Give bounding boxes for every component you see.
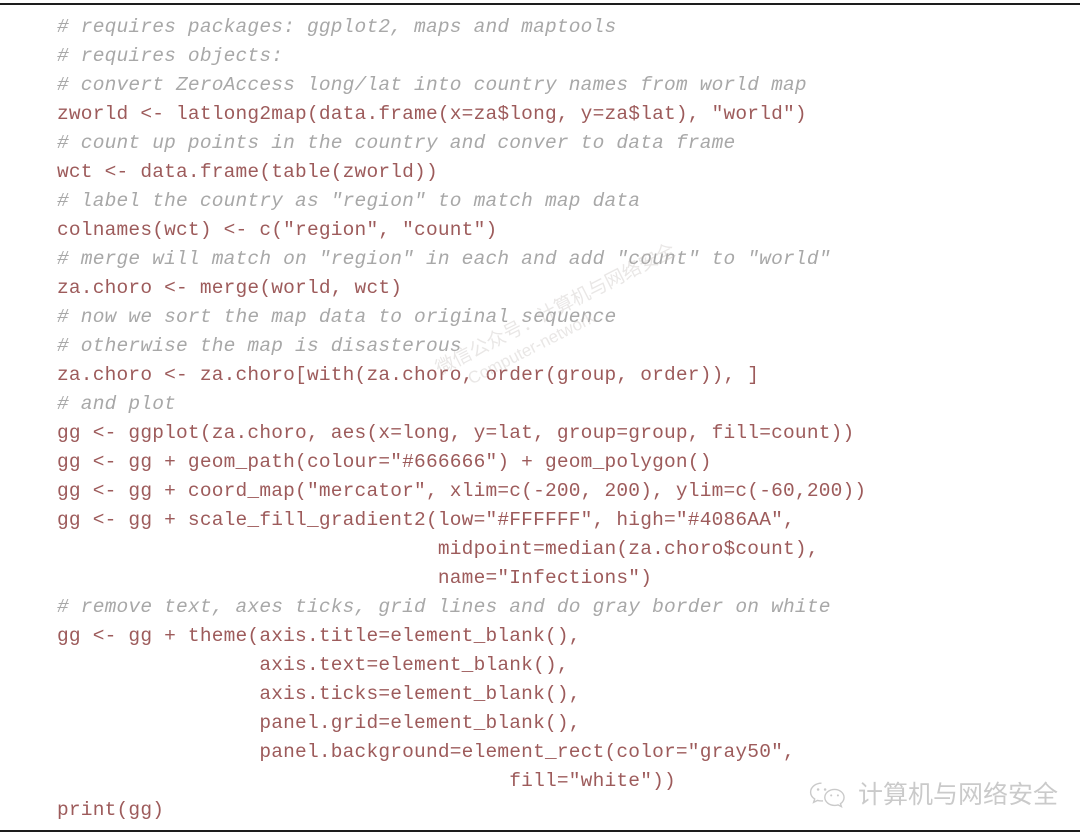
code-line: axis.ticks=element_blank(),: [57, 683, 581, 705]
code-line: print(gg): [57, 799, 165, 821]
code-listing: # requires packages: ggplot2, maps and m…: [0, 13, 1080, 825]
code-line: gg <- gg + theme(axis.title=element_blan…: [57, 625, 581, 647]
bottom-divider-rule: [0, 830, 1080, 832]
code-line: gg <- ggplot(za.choro, aes(x=long, y=lat…: [57, 422, 855, 444]
code-line: # requires packages: ggplot2, maps and m…: [57, 16, 617, 38]
code-line: fill="white")): [57, 770, 676, 792]
code-line: za.choro <- merge(world, wct): [57, 277, 403, 299]
code-line: za.choro <- za.choro[with(za.choro, orde…: [57, 364, 760, 386]
code-line: wct <- data.frame(table(zworld)): [57, 161, 438, 183]
code-line: gg <- gg + geom_path(colour="#666666") +…: [57, 451, 712, 473]
code-line: midpoint=median(za.choro$count),: [57, 538, 819, 560]
code-line: panel.background=element_rect(color="gra…: [57, 741, 795, 763]
code-listing-page: # requires packages: ggplot2, maps and m…: [0, 0, 1080, 840]
code-line: # count up points in the country and con…: [57, 132, 736, 154]
code-line: panel.grid=element_blank(),: [57, 712, 581, 734]
code-line: # remove text, axes ticks, grid lines an…: [57, 596, 831, 618]
top-divider-rule: [0, 3, 1080, 5]
code-line: # label the country as "region" to match…: [57, 190, 641, 212]
code-line: zworld <- latlong2map(data.frame(x=za$lo…: [57, 103, 807, 125]
code-line: # merge will match on "region" in each a…: [57, 248, 831, 270]
code-line: name="Infections"): [57, 567, 653, 589]
code-line: gg <- gg + coord_map("mercator", xlim=c(…: [57, 480, 867, 502]
code-line: gg <- gg + scale_fill_gradient2(low="#FF…: [57, 509, 795, 531]
code-line: # and plot: [57, 393, 177, 415]
code-line: # convert ZeroAccess long/lat into count…: [57, 74, 807, 96]
code-line: # otherwise the map is disasterous: [57, 335, 462, 357]
code-line: # now we sort the map data to original s…: [57, 306, 617, 328]
code-line: colnames(wct) <- c("region", "count"): [57, 219, 498, 241]
code-line: # requires objects:: [57, 45, 284, 67]
code-line: axis.text=element_blank(),: [57, 654, 569, 676]
